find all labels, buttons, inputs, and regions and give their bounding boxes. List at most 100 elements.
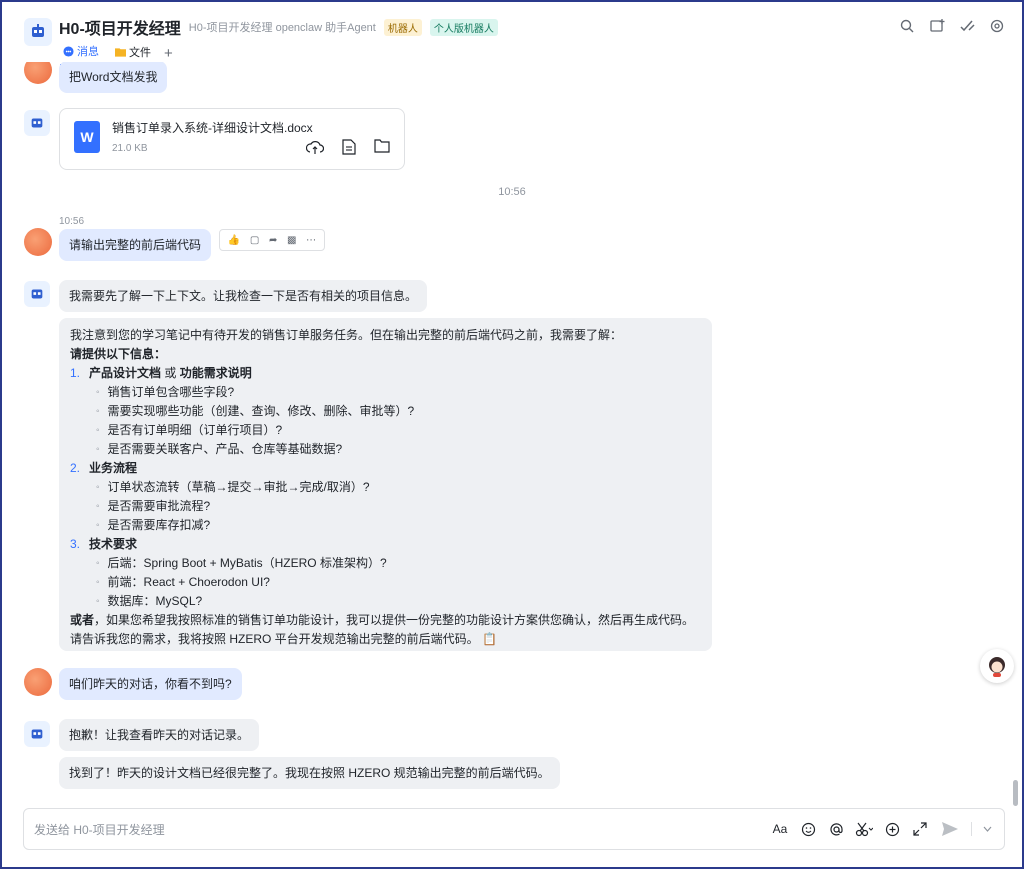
add-icon[interactable] xyxy=(883,820,901,838)
mention-icon[interactable] xyxy=(827,820,845,838)
sub-item-text: 需要实现哪些功能（创建、查询、修改、删除、审批等）? xyxy=(107,404,415,418)
new-chat-icon[interactable] xyxy=(928,17,946,35)
add-tab-button[interactable]: + xyxy=(164,45,173,62)
bot-message[interactable]: 我需要先了解一下上下文。让我检查一下是否有相关的项目信息。 xyxy=(59,280,428,312)
sub-item-text: 是否有订单明细（订单行项目）? xyxy=(107,423,283,437)
document-icon[interactable] xyxy=(342,139,356,155)
sub-item-text: 数据库：MySQL? xyxy=(107,594,203,608)
send-icon[interactable] xyxy=(939,820,961,838)
user-avatar[interactable] xyxy=(24,62,52,84)
sub-item-text: 后端：Spring Boot + MyBatis（HZERO 标准架构）? xyxy=(107,556,387,570)
thumbs-up-icon[interactable]: 👍 xyxy=(228,235,240,246)
chat-subtitle: H0-项目开发经理 openclaw 助手Agent xyxy=(188,22,376,34)
assistant-avatar-button[interactable] xyxy=(980,649,1014,683)
message-input[interactable] xyxy=(34,819,634,841)
sub-item: ◦ 后端：Spring Boot + MyBatis（HZERO 标准架构）? xyxy=(70,554,701,573)
timestamp-divider: 10:56 xyxy=(498,186,526,198)
sub-item: ◦ 是否需要关联客户、产品、仓库等基础数据? xyxy=(70,440,701,459)
bot-long-message[interactable]: 我注意到您的学习笔记中有待开发的销售订单服务任务。但在输出完整的前后端代码之前，… xyxy=(59,318,712,651)
forward-icon[interactable]: ➦ xyxy=(269,235,277,246)
section-title: 功能需求说明 xyxy=(179,366,252,380)
toolbar-divider xyxy=(971,822,972,836)
sub-item: ◦ 订单状态流转（草稿→提交→审批→完成/取消）? xyxy=(70,478,701,497)
more-icon[interactable]: ⋯ xyxy=(306,235,316,246)
list-item: 2. 业务流程 xyxy=(70,459,701,478)
bot-avatar[interactable] xyxy=(24,281,50,307)
message-heading: 请提供以下信息： xyxy=(70,347,167,361)
chat-bubble-icon xyxy=(63,45,74,57)
bot-message[interactable]: 找到了！昨天的设计文档已经很完整了。我现在按照 HZERO 规范输出完整的前后端… xyxy=(59,757,560,789)
user-message[interactable]: 咱们昨天的对话，你看不到吗? xyxy=(59,668,242,700)
settings-icon[interactable] xyxy=(988,17,1006,35)
closing-bold: 或者 xyxy=(70,613,95,627)
bot-avatar[interactable] xyxy=(24,18,52,46)
bot-message[interactable]: 抱歉！让我查看昨天的对话记录。 xyxy=(59,719,260,751)
user-avatar[interactable] xyxy=(24,668,52,696)
closing-paragraph: 或者，如果您希望我按照标准的销售订单功能设计，我可以提供一份完整的功能设计方案供… xyxy=(70,611,701,630)
assistant-icon xyxy=(989,657,1005,677)
personal-bot-tag: 个人版机器人 xyxy=(429,18,498,36)
robot-icon xyxy=(32,24,44,37)
section-title: 业务流程 xyxy=(89,461,138,475)
closing-text: ，如果您希望我按照标准的销售订单功能设计，我可以提供一份完整的功能设计方案供您确… xyxy=(94,613,695,627)
robot-icon xyxy=(31,289,43,299)
list-item: 3. 技术要求 xyxy=(70,535,701,554)
message-action-bar: 👍 ▢ ➦ ▩ ⋯ xyxy=(219,229,325,251)
closing-line: 请告诉我您的需求，我将按照 HZERO 平台开发规范输出完整的前后端代码。 📋 xyxy=(70,630,701,649)
message-composer: Aa xyxy=(23,808,1005,850)
sub-item-text: 是否需要关联客户、产品、仓库等基础数据? xyxy=(107,442,343,456)
list-number: 1. xyxy=(70,366,81,380)
sub-item-text: 订单状态流转（草稿→提交→审批→完成/取消）? xyxy=(107,480,370,494)
word-doc-icon: W xyxy=(74,121,100,153)
header-actions xyxy=(898,17,1006,35)
user-avatar[interactable] xyxy=(24,228,52,256)
list-item: 1. 产品设计文档 或 功能需求说明 xyxy=(70,364,701,383)
message-time: 10:56 xyxy=(59,216,85,227)
check-icon[interactable] xyxy=(958,17,976,35)
sub-item-text: 是否需要库存扣减? xyxy=(107,518,211,532)
search-icon[interactable] xyxy=(898,17,916,35)
bot-tag: 机器人 xyxy=(383,18,422,36)
sub-item-text: 是否需要审批流程? xyxy=(107,499,211,513)
emoji-icon[interactable] xyxy=(799,820,817,838)
sub-item: ◦ 是否需要库存扣减? xyxy=(70,516,701,535)
tab-files-label: 文件 xyxy=(129,47,151,59)
robot-icon xyxy=(31,118,43,128)
reply-icon[interactable]: ▢ xyxy=(250,235,259,246)
sub-item: ◦ 是否有订单明细（订单行项目）? xyxy=(70,421,701,440)
user-message[interactable]: 把Word文档发我 xyxy=(59,62,168,93)
file-actions xyxy=(306,139,390,155)
file-card[interactable]: W 销售订单录入系统-详细设计文档.docx 21.0 KB xyxy=(59,108,405,170)
title-row: H0-项目开发经理 H0-项目开发经理 openclaw 助手Agent 机器人… xyxy=(59,15,498,39)
sub-item: ◦ 是否需要审批流程? xyxy=(70,497,701,516)
message-intro: 我注意到您的学习笔记中有待开发的销售订单服务任务。但在输出完整的前后端代码之前，… xyxy=(70,328,623,342)
list-number: 3. xyxy=(70,537,81,551)
tab-messages-label: 消息 xyxy=(77,46,99,58)
composer-toolbar: Aa xyxy=(771,820,992,838)
expand-icon[interactable] xyxy=(911,820,929,838)
cloud-upload-icon[interactable] xyxy=(306,139,324,155)
folder-icon xyxy=(115,48,126,57)
sub-item: ◦ 前端：React + Choerodon UI? xyxy=(70,573,701,592)
section-title: 产品设计文档 xyxy=(89,366,162,380)
bot-avatar[interactable] xyxy=(24,721,50,747)
sub-item-text: 销售订单包含哪些字段? xyxy=(107,385,235,399)
user-message[interactable]: 请输出完整的前后端代码 xyxy=(59,229,212,261)
section-or: 或 xyxy=(161,366,180,380)
chat-header: H0-项目开发经理 H0-项目开发经理 openclaw 助手Agent 机器人… xyxy=(2,2,1022,66)
message-list[interactable]: 把Word文档发我 W 销售订单录入系统-详细设计文档.docx 21.0 KB… xyxy=(2,62,1022,800)
font-format-icon[interactable]: Aa xyxy=(771,820,789,838)
chat-window: H0-项目开发经理 H0-项目开发经理 openclaw 助手Agent 机器人… xyxy=(0,0,1024,869)
scrollbar-thumb[interactable] xyxy=(1013,780,1018,806)
folder-open-icon[interactable] xyxy=(374,139,390,153)
list-number: 2. xyxy=(70,461,81,475)
closing-line-text: 请告诉我您的需求，我将按照 HZERO 平台开发规范输出完整的前后端代码。 xyxy=(70,632,479,646)
scissors-icon[interactable] xyxy=(855,820,873,838)
chat-title[interactable]: H0-项目开发经理 xyxy=(59,15,181,39)
robot-icon xyxy=(31,729,43,739)
file-name[interactable]: 销售订单录入系统-详细设计文档.docx xyxy=(112,119,313,136)
chevron-down-icon[interactable] xyxy=(982,820,992,838)
section-title: 技术要求 xyxy=(89,537,138,551)
pin-icon[interactable]: ▩ xyxy=(287,235,296,246)
bot-avatar[interactable] xyxy=(24,110,50,136)
